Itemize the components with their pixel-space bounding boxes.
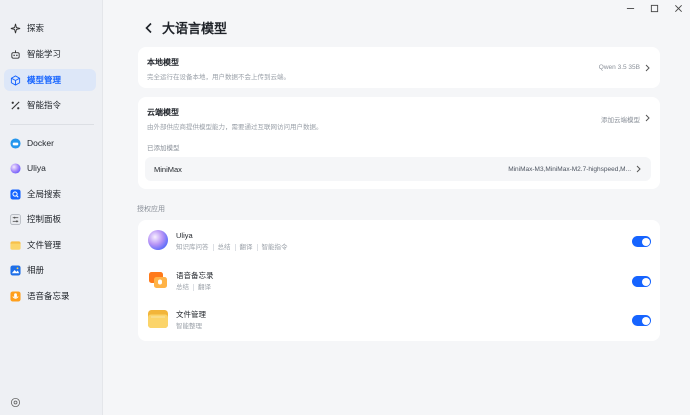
chevron-right-icon <box>645 114 650 122</box>
control-panel-icon <box>10 213 21 225</box>
sidebar-item-label: 文件管理 <box>27 240 62 250</box>
sidebar-item-label: 模型管理 <box>27 75 62 85</box>
close-icon[interactable] <box>672 2 684 14</box>
voice-memo-icon <box>147 269 169 291</box>
app-tag: 翻译 <box>198 284 211 291</box>
voice-memo-icon <box>10 290 21 302</box>
app-name: 语音备忘录 <box>176 271 214 280</box>
provider-name: MiniMax <box>154 165 182 174</box>
sidebar-item-control-panel[interactable]: 控制面板 <box>4 208 96 230</box>
sidebar-item-file-management[interactable]: 文件管理 <box>4 234 96 256</box>
file-management-toggle[interactable] <box>632 315 651 326</box>
local-model-value: Qwen 3.5 35B <box>598 64 640 71</box>
app-tag: 智能指令 <box>261 244 288 251</box>
sidebar-item-uliya[interactable]: Uliya <box>4 157 96 179</box>
added-models-label: 已添加模型 <box>147 145 180 152</box>
app-tags: 总结 翻译 <box>176 284 219 291</box>
window-controls <box>624 2 684 14</box>
voice-memo-toggle[interactable] <box>632 276 651 287</box>
provider-models: MiniMax-M3,MiniMax-M2.7-highspeed,M... <box>508 166 631 173</box>
uliya-icon <box>147 229 169 251</box>
gear-icon[interactable] <box>10 395 21 408</box>
authorized-apps-label: 授权应用 <box>137 206 165 213</box>
chevron-right-icon <box>645 64 650 72</box>
uliya-icon <box>10 162 21 174</box>
list-item: Uliya 知识库问答 总结 翻译 智能指令 <box>138 220 660 260</box>
sidebar-item-explore[interactable]: 探索 <box>4 17 96 39</box>
uliya-toggle[interactable] <box>632 236 651 247</box>
list-item: 语音备忘录 总结 翻译 <box>138 260 660 300</box>
sidebar-item-photos[interactable]: 相册 <box>4 259 96 281</box>
app-tag: 总结 <box>218 244 236 251</box>
app-tag: 智能整理 <box>176 323 202 330</box>
list-item: 文件管理 智能整理 <box>138 300 660 340</box>
sidebar-divider <box>10 124 94 125</box>
cloud-model-card: 云端模型 由外部供应商提供模型能力，需要通过互联网访问用户数据。 添加云端模型 … <box>138 97 660 189</box>
chevron-right-icon <box>636 165 641 173</box>
sidebar-item-label: 控制面板 <box>27 214 62 224</box>
app-tag: 总结 <box>176 284 194 291</box>
cloud-model-desc: 由外部供应商提供模型能力，需要通过互联网访问用户数据。 <box>147 124 323 131</box>
provider-row-minimax[interactable]: MiniMax MiniMax-M3,MiniMax-M2.7-highspee… <box>145 157 651 181</box>
search-icon <box>10 188 21 200</box>
authorized-apps-card: Uliya 知识库问答 总结 翻译 智能指令 语音备忘录 总结 翻译 文件管理 … <box>138 220 660 341</box>
add-cloud-model-button[interactable]: 添加云端模型 <box>601 114 640 124</box>
photo-icon <box>10 264 21 276</box>
sidebar-item-smart-learning[interactable]: 智能学习 <box>4 43 96 65</box>
local-model-card[interactable]: 本地模型 完全运行在设备本地，用户数据不会上传到云端。 Qwen 3.5 35B <box>138 47 660 88</box>
sidebar-item-docker[interactable]: Docker <box>4 132 96 154</box>
cloud-model-title: 云端模型 <box>147 108 179 117</box>
folder-icon <box>147 308 169 330</box>
back-arrow-icon[interactable] <box>142 21 156 35</box>
app-name: 文件管理 <box>176 310 206 319</box>
docker-icon <box>10 137 21 149</box>
folder-icon <box>10 240 21 251</box>
command-icon <box>10 100 21 111</box>
app-tags: 知识库问答 总结 翻译 智能指令 <box>176 244 296 251</box>
app-tags: 智能整理 <box>176 323 210 330</box>
sidebar-item-label: 全局搜索 <box>27 189 62 199</box>
sidebar-item-label: Docker <box>27 138 54 148</box>
sidebar: 探索 智能学习 模型管理 智能指令 Docker Uliya 全局搜索 控制面板… <box>0 0 103 415</box>
sidebar-item-label: 智能指令 <box>27 100 62 110</box>
cube-icon <box>10 74 21 86</box>
page-header: 大语言模型 <box>142 18 227 37</box>
local-model-title: 本地模型 <box>147 58 179 67</box>
main-content: 大语言模型 本地模型 完全运行在设备本地，用户数据不会上传到云端。 Qwen 3… <box>104 0 690 415</box>
sidebar-item-global-search[interactable]: 全局搜索 <box>4 183 96 205</box>
sidebar-item-smart-command[interactable]: 智能指令 <box>4 94 96 116</box>
sidebar-item-label: 相册 <box>27 265 45 275</box>
local-model-desc: 完全运行在设备本地，用户数据不会上传到云端。 <box>147 74 290 81</box>
maximize-icon[interactable] <box>648 2 660 14</box>
sidebar-item-label: 语音备忘录 <box>27 291 70 301</box>
app-tag: 知识库问答 <box>176 244 214 251</box>
sidebar-item-model-management[interactable]: 模型管理 <box>4 69 96 91</box>
minimize-icon[interactable] <box>624 2 636 14</box>
sparkle-icon <box>10 23 21 34</box>
sidebar-item-voice-memo[interactable]: 语音备忘录 <box>4 285 96 307</box>
sidebar-item-label: Uliya <box>27 163 46 173</box>
app-tag: 翻译 <box>240 244 258 251</box>
robot-icon <box>10 49 21 60</box>
sidebar-item-label: 探索 <box>27 23 45 33</box>
page-title: 大语言模型 <box>162 21 228 36</box>
sidebar-item-label: 智能学习 <box>27 49 62 59</box>
app-name: Uliya <box>176 231 193 240</box>
